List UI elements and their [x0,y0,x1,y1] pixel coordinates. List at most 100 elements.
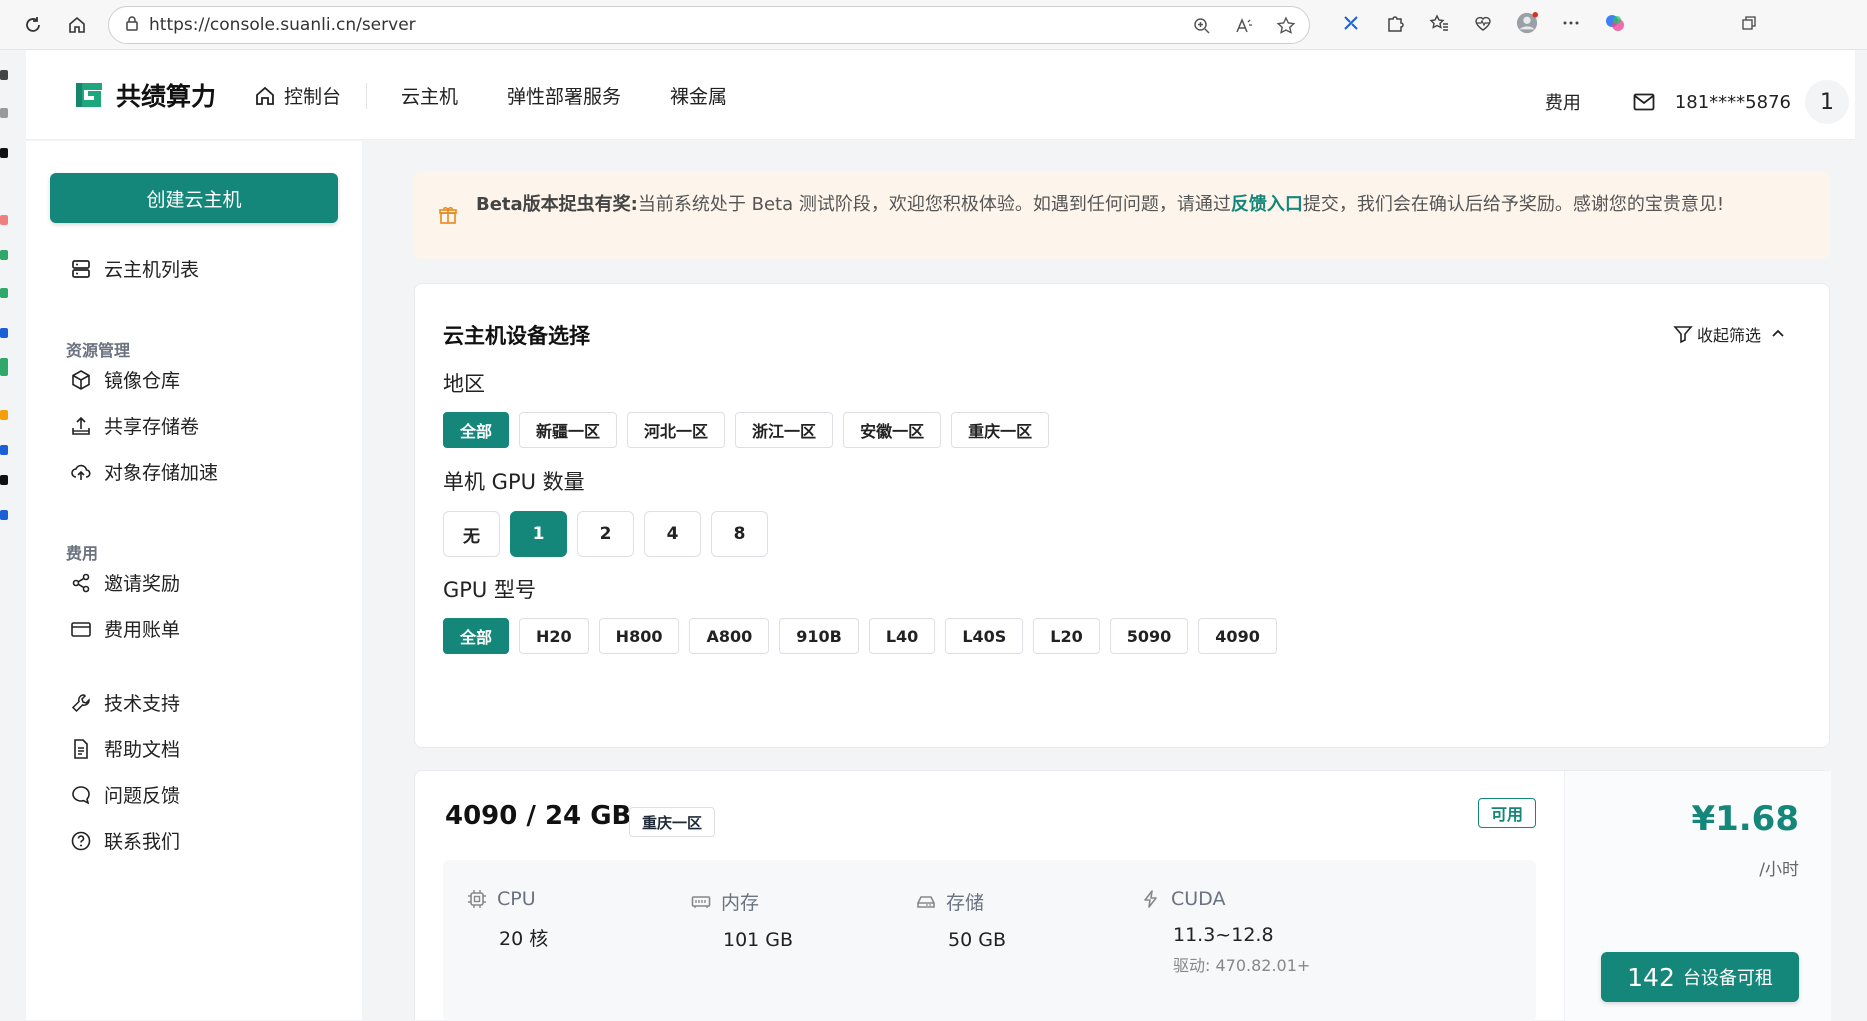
restore-window-icon[interactable] [1738,12,1760,34]
banner-text-before: 当前系统处于 Beta 测试阶段，欢迎您积极体验。如遇到任何问题，请通过 [637,194,1231,215]
nav-bare-metal-label: 裸金属 [670,86,728,108]
hard-drive-icon [917,895,935,908]
upload-storage-icon [72,416,90,435]
spec-cpu: CPU 20 核 [467,888,548,951]
edge-tab-icon [0,328,8,338]
browser-side-strip [0,50,14,1020]
region-chip[interactable]: 安徽一区 [843,412,942,448]
sidebar-item-shared-volume[interactable]: 共享存储卷 [70,412,199,439]
region-chip[interactable]: 新疆一区 [519,412,618,448]
billing-link[interactable]: 费用 [1545,89,1581,115]
gpu-model-chip[interactable]: A800 [689,618,770,654]
spec-box: CPU 20 核 内存 101 GB 存储 50 GB CUDA 11.3~12… [443,860,1536,1021]
more-icon[interactable] [1560,12,1582,34]
sidebar-item-bills[interactable]: 费用账单 [70,615,180,642]
create-server-button[interactable]: 创建云主机 [50,173,338,223]
sidebar-item-help-docs[interactable]: 帮助文档 [70,735,180,762]
collapse-label: 收起筛选 [1696,326,1761,345]
edge-tab-icon [0,288,8,298]
spec-value: 101 GB [723,929,794,951]
favorites-icon[interactable] [1428,12,1450,34]
gpu-model-chip[interactable]: H20 [519,618,589,654]
edge-tab-icon [0,510,8,520]
zoom-icon[interactable] [1191,15,1213,37]
cube-icon [72,369,90,390]
spec-label: CPU [497,888,536,910]
gpu-model-chip[interactable]: 910B [779,618,859,654]
server-card[interactable]: 4090 / 24 GB 重庆一区 可用 CPU 20 核 内存 101 GB [414,770,1831,1021]
gpu-model-chip[interactable]: 全部 [443,618,510,654]
address-bar[interactable]: https://console.suanli.cn/server [108,6,1310,44]
gpu-count-chips: 无1248 [443,511,768,557]
gpu-model-chip[interactable]: 4090 [1198,618,1277,654]
credit-card-icon [71,621,91,637]
extension-icon[interactable] [1340,12,1362,34]
filter-icon [1673,326,1693,344]
gpu-model-chip[interactable]: L20 [1033,618,1100,654]
sidebar-group-billing: 费用 [66,544,99,563]
gpu-model-chip[interactable]: H800 [598,618,680,654]
nav-elastic-deploy-label: 弹性部署服务 [507,86,622,108]
spec-storage: 存储 50 GB [916,888,1006,951]
gpu-count-chip[interactable]: 4 [644,511,701,557]
sidebar-item-server-list[interactable]: 云主机列表 [70,255,199,282]
chevron-up-icon [1772,329,1784,337]
nav-console[interactable]: 控制台 [254,82,341,109]
sidebar-group-resources: 资源管理 [66,341,131,360]
rent-button[interactable]: 142 台设备可租 [1601,952,1799,1002]
gpu-count-chip[interactable]: 无 [443,511,500,557]
user-phone[interactable]: 181****5876 [1675,92,1791,113]
region-chip[interactable]: 重庆一区 [951,412,1050,448]
region-label: 地区 [443,372,485,396]
filter-card: 云主机设备选择 收起筛选 地区 全部 新疆一区 河北一区 浙江一区 安徽一区 重庆一区 单… [414,283,1830,748]
sidebar-item-object-storage[interactable]: 对象存储加速 [70,458,218,485]
avatar[interactable]: 1 [1805,80,1849,124]
sidebar-item-label: 邀请奖励 [104,573,181,595]
gpu-model-chip[interactable]: 5090 [1109,618,1189,654]
profile-icon[interactable] [1516,12,1538,34]
puzzle-icon[interactable] [1384,12,1406,34]
nav-bare-metal[interactable]: 裸金属 [670,82,727,109]
top-nav: 控制台 云主机 弹性部署服务 裸金属 [254,82,776,109]
spec-memory: 内存 101 GB [691,888,793,951]
favorite-star-icon[interactable] [1275,15,1297,37]
gpu-model-chip[interactable]: L40S [945,618,1024,654]
memory-icon [691,895,711,908]
copilot-icon[interactable] [1604,12,1626,34]
home-page-icon[interactable] [64,12,90,38]
avatar-text: 1 [1820,89,1834,115]
reload-icon[interactable] [20,12,46,38]
sidebar-item-tech-support[interactable]: 技术支持 [70,689,180,716]
sidebar-item-feedback[interactable]: 问题反馈 [70,781,180,808]
region-chip[interactable]: 河北一区 [627,412,726,448]
mail-icon[interactable] [1633,93,1655,111]
read-aloud-icon[interactable] [1233,15,1255,37]
feedback-link[interactable]: 反馈入口 [1231,194,1303,215]
nav-divider [366,82,368,109]
driver-version: 驱动: 470.82.01+ [1173,956,1311,975]
sidebar-item-contact[interactable]: 联系我们 [70,827,180,854]
collapse-filter-button[interactable]: 收起筛选 [1673,322,1787,346]
region-chip[interactable]: 浙江一区 [735,412,834,448]
gpu-model-chip[interactable]: L40 [868,618,936,654]
gpu-count-chip[interactable]: 2 [577,511,634,557]
app-header: 共绩算力 控制台 云主机 弹性部署服务 裸金属 费用 181****5876 1 [26,50,1855,140]
status-badge: 可用 [1478,798,1537,828]
edge-tab-icon [0,358,8,376]
sidebar-item-label: 镜像仓库 [104,370,181,392]
nav-cloud-host[interactable]: 云主机 [401,82,458,109]
logo-icon [76,83,102,107]
sidebar-item-image-repo[interactable]: 镜像仓库 [70,366,180,393]
sidebar-item-invite[interactable]: 邀请奖励 [70,569,180,596]
spec-label: 存储 [946,892,985,914]
spec-label: 内存 [721,892,760,914]
server-title: 4090 / 24 GB [445,801,632,831]
region-chip[interactable]: 全部 [443,412,510,448]
health-icon[interactable] [1472,12,1494,34]
edge-tab-icon [0,410,8,420]
edge-tab-icon [0,70,8,80]
nav-elastic-deploy[interactable]: 弹性部署服务 [507,82,621,109]
logo[interactable]: 共绩算力 [72,77,216,113]
gpu-count-chip[interactable]: 1 [510,511,567,557]
gpu-count-chip[interactable]: 8 [711,511,768,557]
